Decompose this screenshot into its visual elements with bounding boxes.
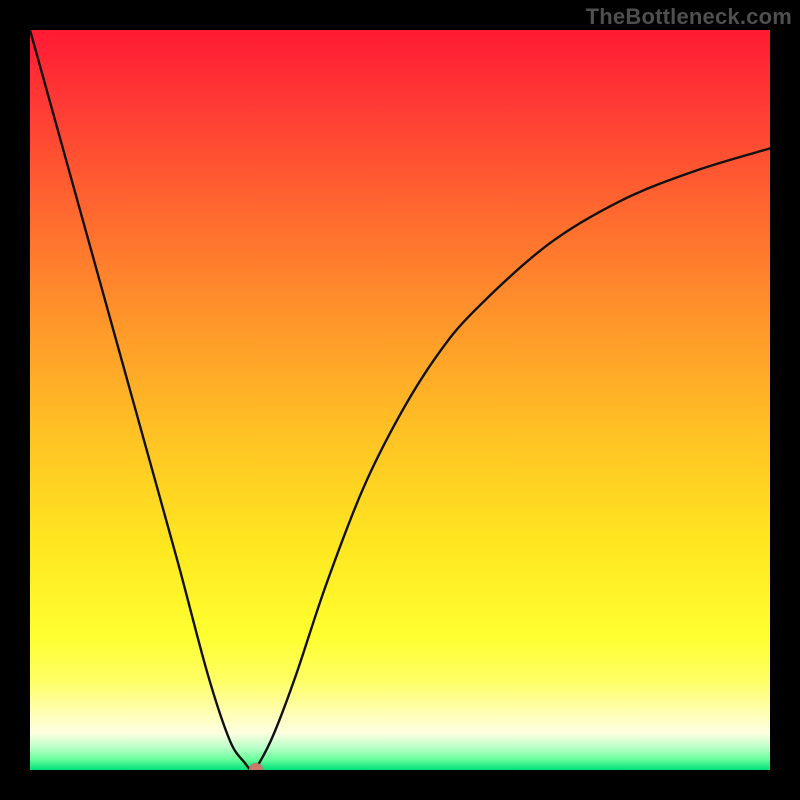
minimum-marker [249, 763, 263, 770]
watermark-label: TheBottleneck.com [586, 4, 792, 30]
bottleneck-curve [30, 30, 770, 770]
plot-area [30, 30, 770, 770]
chart-frame: TheBottleneck.com [0, 0, 800, 800]
